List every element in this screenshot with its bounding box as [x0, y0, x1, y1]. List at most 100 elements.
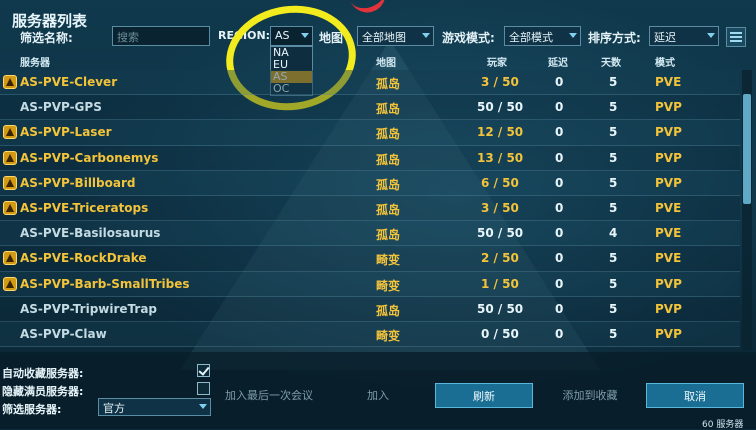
table-row[interactable]: AS-PVE-Clever 孤岛 3 / 50 0 5 PVE [0, 70, 740, 96]
column-mode[interactable]: 模式 [655, 54, 675, 69]
column-players[interactable]: 玩家 [487, 54, 507, 69]
server-days: 5 [609, 100, 618, 115]
server-players: 50 / 50 [477, 100, 524, 115]
server-name: AS-PVE-Triceratops [20, 200, 149, 215]
table-row[interactable]: AS-PVP-Laser 孤岛 12 / 50 0 5 PVP [0, 120, 740, 146]
server-players: 0 / 50 [481, 326, 519, 341]
auto-favorite-checkbox[interactable] [197, 364, 210, 377]
map-select-value: 全部地图 [362, 31, 406, 44]
server-players: 2 / 50 [481, 251, 519, 266]
table-row[interactable]: AS-PVP-Barb-SmallTribes 畸变 1 / 50 0 5 PV… [0, 271, 740, 297]
server-days: 5 [609, 150, 618, 165]
server-map: 畸变 [376, 253, 401, 268]
mode-select-value: 全部模式 [509, 31, 553, 44]
server-players: 3 / 50 [481, 75, 519, 89]
server-name: AS-PVP-Carbonemys [20, 150, 159, 165]
favorite-icon [3, 75, 17, 89]
favorite-icon [3, 276, 17, 291]
hide-full-label: 隐藏满员服务器: [2, 385, 84, 398]
server-map: 孤岛 [376, 228, 401, 243]
server-players: 3 / 50 [481, 200, 519, 215]
server-mode: PVP [655, 276, 682, 291]
table-row[interactable]: AS-PVP-TripwireTrap 孤岛 50 / 50 0 5 PVP [0, 296, 740, 322]
server-name: AS-PVE-Clever [20, 75, 118, 89]
table-row[interactable]: AS-PVE-Triceratops 孤岛 3 / 50 0 5 PVE [0, 195, 740, 222]
column-latency[interactable]: 延迟 [548, 54, 568, 69]
sort-label: 排序方式: [588, 31, 641, 45]
page-title: 服务器列表 [12, 12, 88, 30]
server-name: AS-PVE-Basilosaurus [20, 226, 161, 241]
auto-favorite-label: 自动收藏服务器: [2, 367, 84, 380]
server-days: 5 [609, 276, 618, 291]
server-mode: PVP [655, 100, 682, 115]
server-days: 5 [609, 326, 618, 341]
server-filter-select[interactable]: 官方 [98, 398, 211, 416]
join-last-session-button[interactable]: 加入最后一次会议 [220, 383, 318, 408]
add-to-favorites-button[interactable]: 添加到收藏 [545, 383, 635, 408]
server-name: AS-PVP-Barb-SmallTribes [20, 276, 190, 291]
table-scrollbar[interactable] [742, 70, 752, 350]
table-row[interactable]: AS-PVP-Billboard 孤岛 6 / 50 0 5 PVP [0, 170, 740, 196]
server-name: AS-PVP-Claw [20, 326, 107, 341]
hide-full-checkbox[interactable] [197, 382, 210, 395]
server-latency: 0 [555, 125, 564, 140]
table-row[interactable]: AS-PVP-Carbonemys 孤岛 13 / 50 0 5 PVP [0, 145, 740, 171]
server-days: 5 [609, 251, 618, 266]
server-name: AS-PVP-GPS [20, 100, 102, 115]
table-row[interactable]: AS-PVE-RockDrake 畸变 2 / 50 0 5 PVE [0, 246, 740, 272]
column-days[interactable]: 天数 [601, 54, 621, 69]
server-name: AS-PVP-Laser [20, 125, 112, 140]
server-mode: PVE [655, 75, 682, 89]
server-days: 4 [609, 226, 618, 241]
chevron-down-icon [422, 33, 430, 38]
favorite-icon [3, 251, 17, 266]
favorite-icon [3, 150, 17, 165]
server-latency: 0 [555, 175, 564, 190]
server-map: 孤岛 [376, 77, 401, 91]
server-latency: 0 [555, 326, 564, 341]
sort-select[interactable]: 延迟 [649, 26, 719, 46]
server-map: 畸变 [376, 278, 401, 293]
server-latency: 0 [555, 251, 564, 266]
server-latency: 0 [555, 276, 564, 291]
refresh-button[interactable]: 刷新 [435, 383, 533, 408]
favorite-icon [3, 200, 17, 215]
server-latency: 0 [555, 301, 564, 316]
search-input[interactable]: 搜索 [112, 26, 210, 46]
table-row[interactable]: AS-PVP-Claw 畸变 0 / 50 0 5 PVP [0, 321, 740, 348]
server-days: 5 [609, 200, 618, 215]
server-map: 畸变 [376, 328, 401, 343]
server-mode: PVE [655, 200, 682, 215]
server-table: AS-PVE-Clever 孤岛 3 / 50 0 5 PVE AS-PVP-G… [0, 70, 740, 348]
mode-select[interactable]: 全部模式 [504, 26, 581, 46]
server-latency: 0 [555, 150, 564, 165]
server-days: 5 [609, 125, 618, 140]
table-row[interactable]: AS-PVE-Basilosaurus 孤岛 50 / 50 0 4 PVE [0, 221, 740, 247]
server-name: AS-PVP-Billboard [20, 175, 136, 190]
server-map: 孤岛 [376, 202, 401, 217]
table-header: 服务器 地图 玩家 延迟 天数 模式 [0, 54, 740, 70]
server-days: 5 [609, 175, 618, 190]
server-mode: PVP [655, 175, 682, 190]
column-map[interactable]: 地图 [376, 54, 396, 69]
join-button[interactable]: 加入 [333, 383, 423, 408]
server-mode: PVP [655, 326, 682, 341]
column-server[interactable]: 服务器 [20, 54, 50, 69]
server-players: 12 / 50 [477, 125, 524, 140]
server-mode: PVP [655, 301, 682, 316]
scroll-thumb[interactable] [743, 94, 751, 204]
server-name: AS-PVP-TripwireTrap [20, 301, 158, 316]
sort-select-value: 延迟 [654, 31, 676, 44]
server-mode: PVP [655, 125, 682, 140]
server-latency: 0 [555, 100, 564, 115]
table-row[interactable]: AS-PVP-GPS 孤岛 50 / 50 0 5 PVP [0, 95, 740, 121]
favorite-icon [3, 175, 17, 190]
server-days: 5 [609, 75, 618, 89]
server-days: 5 [609, 301, 618, 316]
cancel-button[interactable]: 取消 [646, 383, 744, 408]
map-select[interactable]: 全部地图 [357, 26, 434, 46]
server-players: 50 / 50 [477, 226, 524, 241]
list-view-icon[interactable] [726, 27, 746, 47]
server-map: 孤岛 [376, 102, 401, 117]
server-map: 孤岛 [376, 177, 401, 192]
